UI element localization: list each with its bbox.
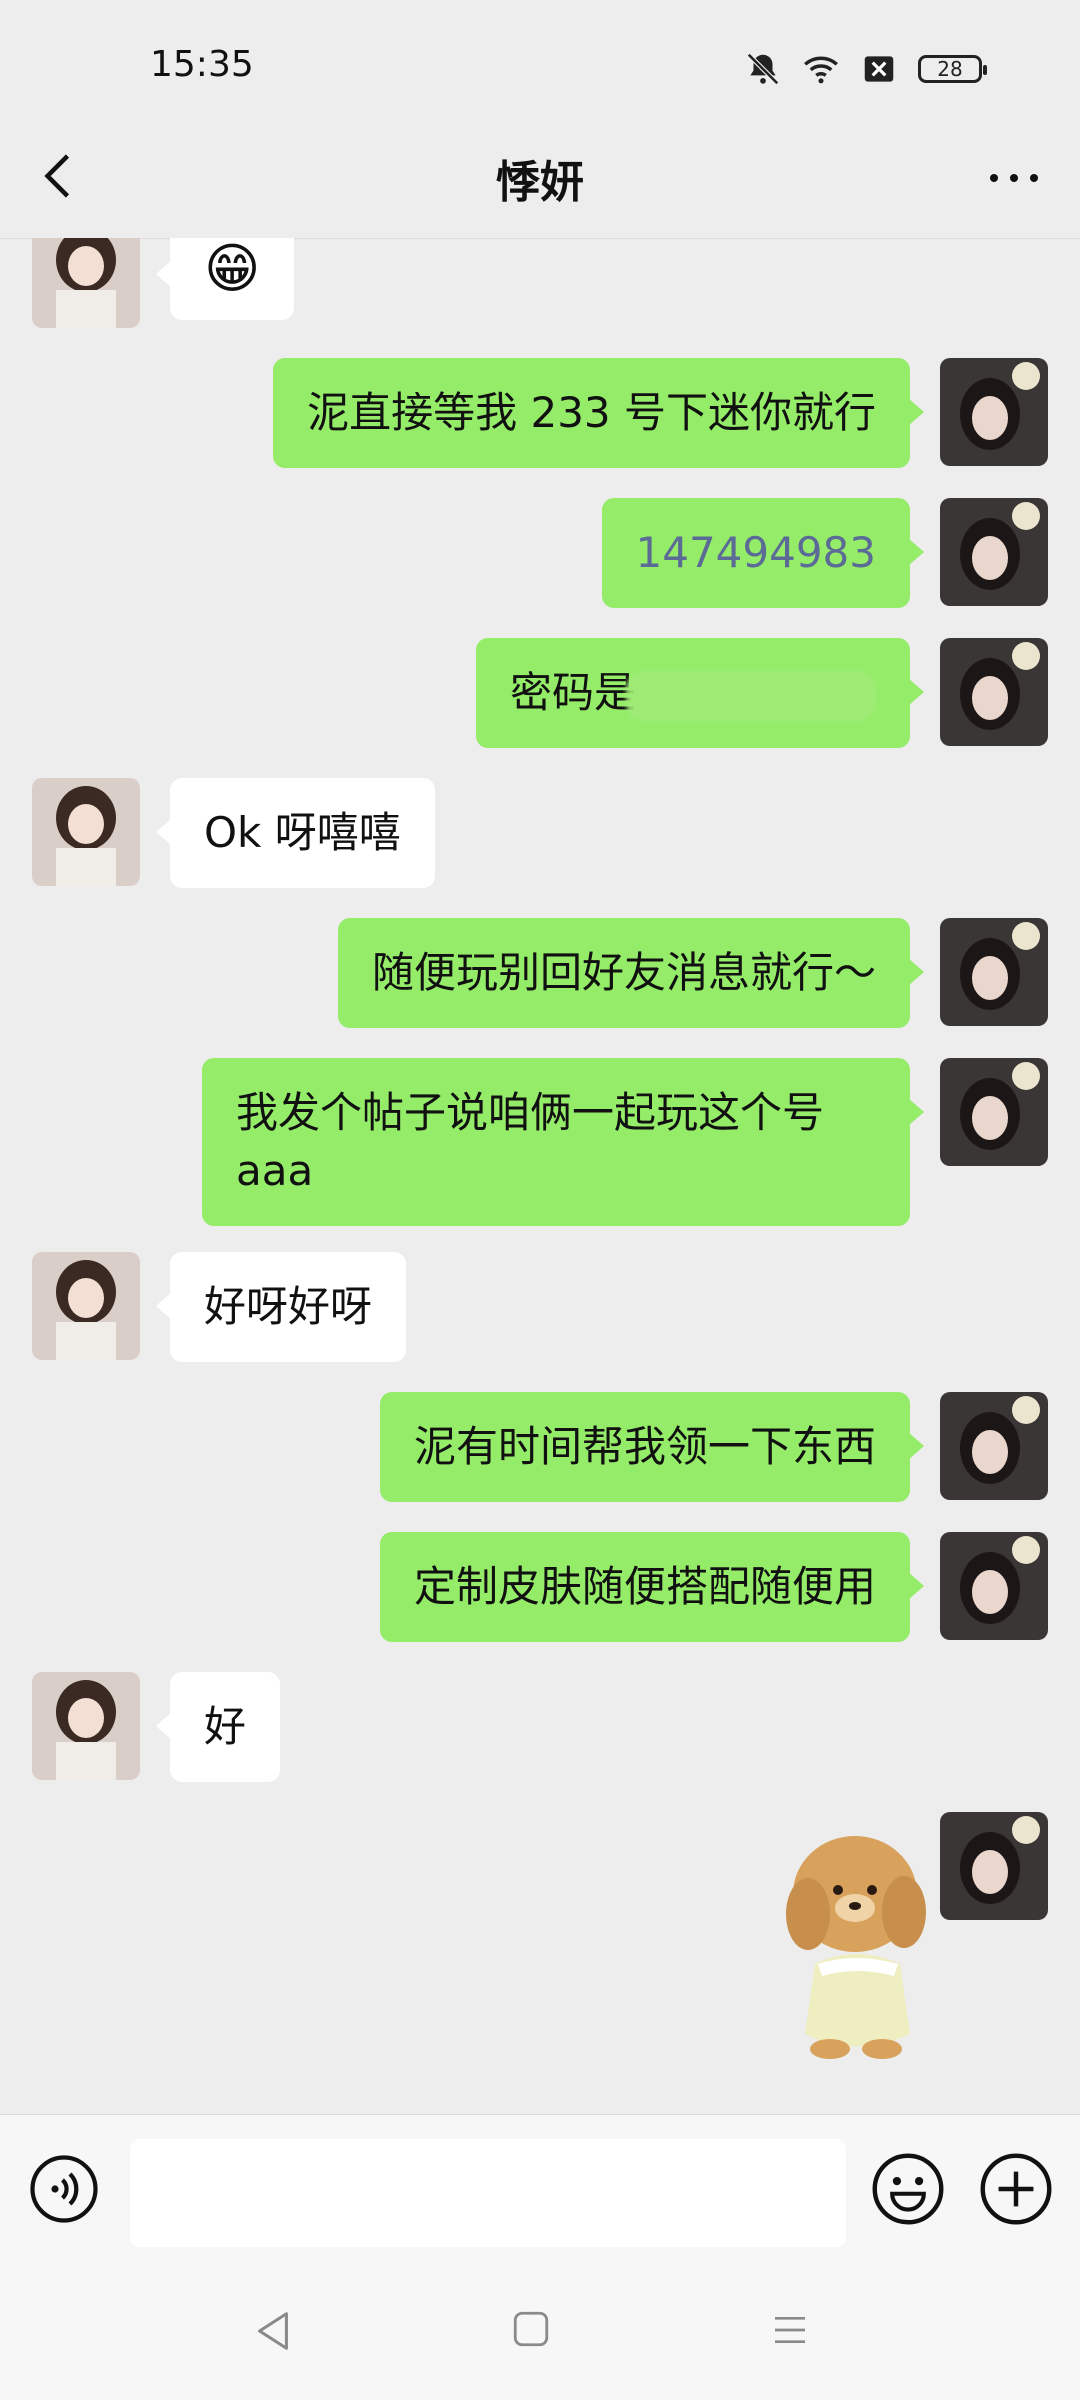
- sim-x-icon: [864, 56, 894, 82]
- message-bubble[interactable]: 好: [155, 1672, 281, 1782]
- message-bubble[interactable]: 我发个帖子说咱俩一起玩这个号aaa: [202, 1058, 924, 1226]
- message-bubble[interactable]: 好呀好呀: [155, 1252, 407, 1362]
- nav-menu-icon[interactable]: [770, 2308, 810, 2352]
- avatar[interactable]: [940, 1392, 1048, 1500]
- message-bubble[interactable]: 泥有时间帮我领一下东西: [379, 1392, 925, 1502]
- avatar[interactable]: [940, 1812, 1048, 1920]
- sticker-image[interactable]: [760, 1824, 940, 2064]
- avatar[interactable]: [940, 918, 1048, 1026]
- message-bubble[interactable]: 定制皮肤随便搭配随便用: [379, 1532, 925, 1642]
- wifi-icon: [804, 56, 838, 84]
- system-nav-bar: [0, 2264, 1080, 2400]
- avatar[interactable]: [32, 238, 140, 328]
- avatar[interactable]: [940, 638, 1048, 746]
- message-text: 密码是: [509, 668, 636, 717]
- voice-icon[interactable]: [28, 2153, 100, 2225]
- nav-home-icon[interactable]: [510, 2308, 552, 2350]
- chat-header: 悸妍: [0, 120, 1080, 239]
- avatar[interactable]: [940, 1532, 1048, 1640]
- nav-back-icon[interactable]: [250, 2308, 296, 2354]
- message-bubble[interactable]: 密码是: [475, 638, 925, 748]
- avatar[interactable]: [32, 1672, 140, 1780]
- plus-icon[interactable]: [978, 2151, 1054, 2227]
- avatar[interactable]: [32, 1252, 140, 1360]
- bell-off-icon: [747, 53, 779, 85]
- message-bubble[interactable]: 泥直接等我 233 号下迷你就行: [273, 358, 924, 468]
- chat-list[interactable]: 😁 泥直接等我 233 号下迷你就行 147494983 密码是 Ok 呀嘻嘻 …: [0, 238, 1080, 2114]
- avatar[interactable]: [940, 358, 1048, 466]
- input-bar: [0, 2114, 1080, 2265]
- emoji-icon[interactable]: [870, 2151, 946, 2227]
- redaction-blur: [626, 670, 876, 721]
- message-bubble[interactable]: 随便玩别回好友消息就行～: [337, 918, 925, 1028]
- message-bubble[interactable]: 😁: [155, 238, 295, 320]
- page-title: 悸妍: [496, 157, 584, 208]
- message-bubble[interactable]: Ok 呀嘻嘻: [156, 778, 435, 888]
- status-time: 15:35: [150, 44, 254, 85]
- message-bubble[interactable]: 147494983: [601, 498, 924, 608]
- status-bar: 15:35 28: [0, 0, 1080, 120]
- status-icons: 28: [744, 50, 987, 88]
- avatar[interactable]: [940, 498, 1048, 606]
- message-input[interactable]: [130, 2139, 846, 2247]
- battery-icon: 28: [918, 55, 987, 83]
- avatar[interactable]: [940, 1058, 1048, 1166]
- more-dots-icon[interactable]: [984, 168, 1044, 188]
- avatar[interactable]: [32, 778, 140, 886]
